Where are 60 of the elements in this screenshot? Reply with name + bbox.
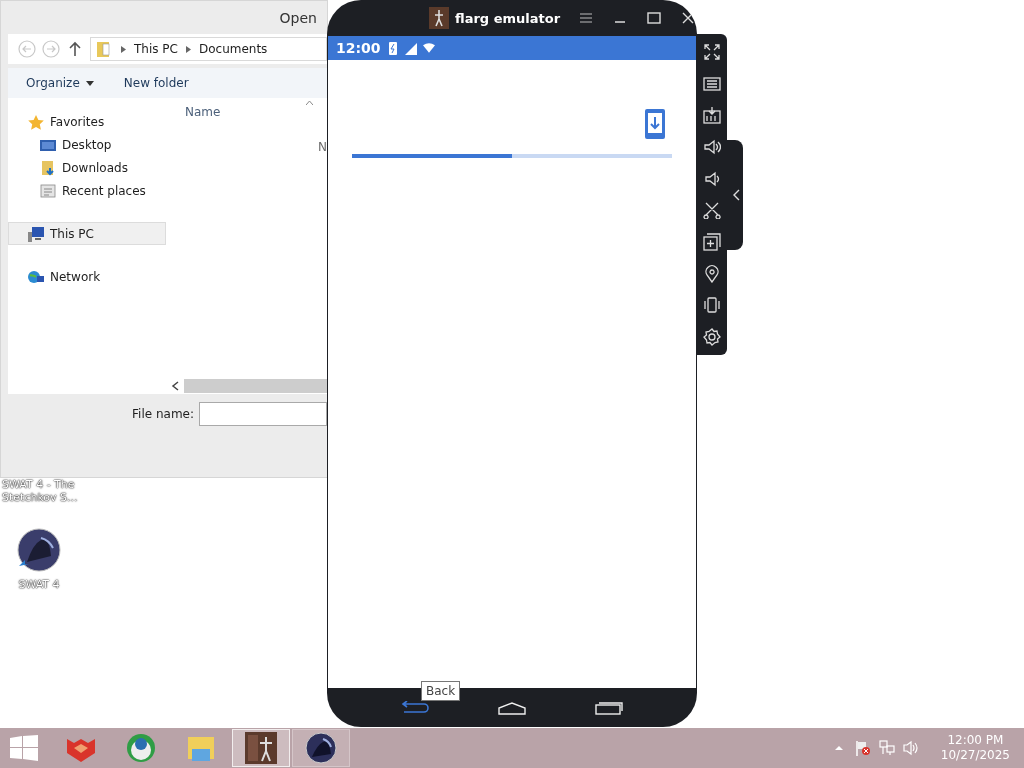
- fullscreen-icon[interactable]: [703, 42, 721, 61]
- computer-icon: [27, 225, 45, 242]
- maximize-icon[interactable]: [646, 10, 663, 26]
- phone-download-icon: [644, 108, 666, 140]
- flag-error-icon[interactable]: [854, 740, 871, 756]
- vibrate-icon[interactable]: [703, 296, 721, 315]
- column-header[interactable]: Name: [185, 105, 221, 119]
- nav-item[interactable]: Downloads: [8, 156, 166, 179]
- game-icon: [304, 731, 338, 765]
- window-title: flarg emulator: [455, 10, 561, 26]
- app-logo-icon: [429, 7, 449, 29]
- apk-install-icon[interactable]: [703, 106, 721, 125]
- document-icon: [39, 182, 57, 199]
- desktop-icon-label[interactable]: SWAT 4: [18, 578, 60, 591]
- game-shortcut-icon[interactable]: [17, 528, 61, 572]
- address-bar[interactable]: This PC Documents: [90, 37, 327, 61]
- globe-icon: [27, 268, 45, 285]
- menu-icon[interactable]: [578, 10, 595, 26]
- field-label: File name:: [132, 407, 194, 421]
- caret-icon: [85, 80, 94, 86]
- volume-down-icon[interactable]: [703, 169, 721, 188]
- keyboard-icon[interactable]: [703, 74, 721, 93]
- organize-menu[interactable]: Organize: [26, 76, 94, 90]
- settings-icon[interactable]: [703, 328, 721, 347]
- add-window-icon[interactable]: [703, 232, 721, 251]
- file-name-field[interactable]: [199, 402, 327, 426]
- desktop-icon-label[interactable]: SWAT 4 - The Stetchkov S...: [2, 478, 78, 504]
- wifi-icon: [422, 41, 435, 55]
- nav-item[interactable]: Recent places: [8, 179, 166, 202]
- scrollbar-thumb[interactable]: [184, 379, 327, 393]
- nav-item[interactable]: Desktop: [8, 133, 166, 156]
- tooltip: Back: [421, 681, 461, 701]
- chevron-icon: [121, 45, 126, 53]
- nav-item[interactable]: Network: [8, 265, 166, 288]
- nav-item[interactable]: This PC: [8, 222, 166, 245]
- back-icon[interactable]: [400, 700, 431, 715]
- signal-icon: [404, 41, 417, 55]
- location-pin-icon[interactable]: [703, 264, 721, 283]
- breadcrumb-item[interactable]: Documents: [198, 42, 268, 56]
- status-time: 12:00: [336, 40, 381, 56]
- toolbar-button[interactable]: New folder: [123, 76, 189, 90]
- taskbar-button[interactable]: [292, 729, 350, 767]
- empty-message: N: [318, 140, 327, 154]
- app-thumbnail-icon: [244, 731, 278, 765]
- window-title: Open: [279, 9, 317, 26]
- breadcrumb-item[interactable]: This PC: [134, 42, 178, 56]
- folder-icon: [39, 159, 57, 176]
- collapse-tab[interactable]: [727, 140, 743, 250]
- scissors-icon[interactable]: [703, 201, 721, 220]
- star-icon: [27, 113, 45, 130]
- volume-up-icon[interactable]: [703, 137, 721, 156]
- home-icon[interactable]: [497, 700, 527, 715]
- chevron-icon: [185, 45, 191, 53]
- recents-icon[interactable]: [593, 700, 624, 715]
- chevron-icon: [732, 189, 740, 201]
- sort-caret-icon: [306, 100, 313, 105]
- nav-item[interactable]: Favorites: [8, 110, 166, 133]
- battery-icon: [386, 41, 399, 55]
- globe-icon: [124, 731, 158, 765]
- folder-icon: [95, 40, 113, 58]
